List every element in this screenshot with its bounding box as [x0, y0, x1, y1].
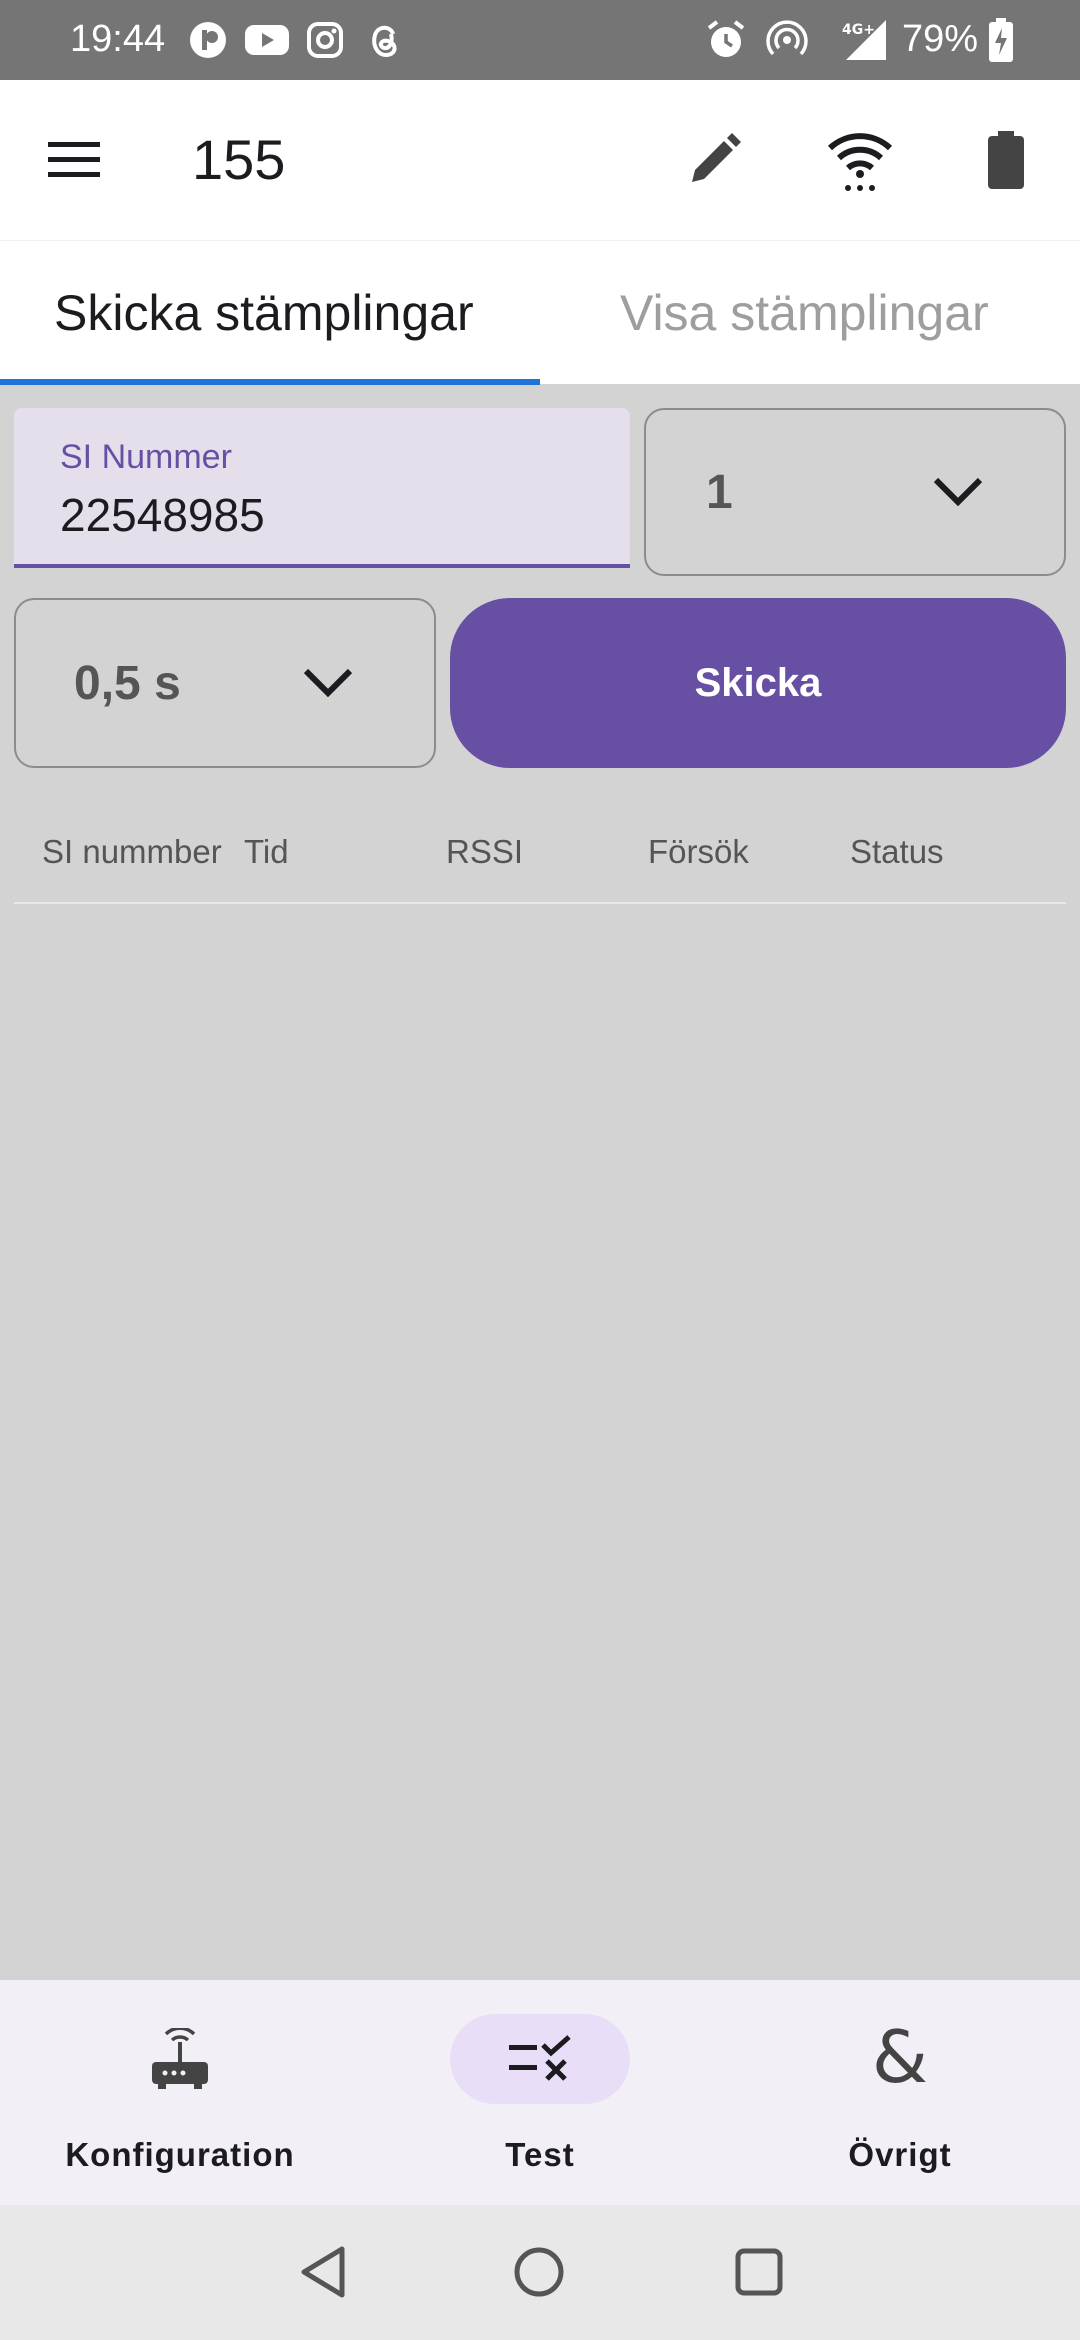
tab-skicka-stamplingar[interactable]: Skicka stämplingar: [0, 241, 540, 385]
column-rssi: RSSI: [446, 833, 524, 870]
app-bar: 155: [0, 80, 1080, 240]
nav-label-test: Test: [505, 2136, 575, 2173]
count-dropdown[interactable]: 1: [644, 408, 1066, 576]
column-tid: Tid: [244, 833, 289, 870]
battery-icon: [988, 131, 1024, 189]
nav-label-ovrigt: Övrigt: [848, 2136, 952, 2173]
battery-charging-icon: [988, 18, 1014, 62]
battery-button[interactable]: [962, 120, 1050, 200]
wifi-button[interactable]: [816, 120, 904, 200]
nav-pill: &: [810, 2014, 990, 2104]
si-number-value[interactable]: 22548985: [60, 488, 265, 542]
status-bar: 19:44 4G+ 79%: [0, 0, 1080, 80]
edit-pencil-icon: [692, 133, 741, 182]
menu-icon: [48, 142, 100, 177]
threads-icon: [366, 18, 404, 62]
home-button[interactable]: [494, 2227, 584, 2317]
tab-bar: Skicka stämplingar Visa stämplingar: [0, 240, 1080, 385]
battery-percent: 79%: [902, 18, 979, 60]
nav-item-konfiguration[interactable]: Konfiguration: [0, 1980, 360, 2205]
edit-button[interactable]: [670, 120, 758, 200]
wifi-icon: [827, 133, 893, 191]
recents-icon: [735, 2248, 783, 2296]
table-header: SI nummber Tid RSSI Försök Status: [14, 800, 1066, 904]
alarm-icon: [704, 18, 748, 62]
column-forsok: Försök: [648, 833, 749, 870]
app-notification-icon: [188, 18, 228, 62]
status-time: 19:44: [70, 18, 166, 60]
chevron-down-icon: [932, 410, 984, 574]
back-button[interactable]: [278, 2227, 368, 2317]
svg-text:4G+: 4G+: [842, 22, 875, 38]
si-number-field[interactable]: SI Nummer 22548985: [14, 408, 630, 568]
tab-visa-stamplingar[interactable]: Visa stämplingar: [540, 241, 1080, 385]
recents-button[interactable]: [714, 2227, 804, 2317]
send-button[interactable]: Skicka: [450, 598, 1066, 768]
page-title: 155: [192, 128, 286, 191]
interval-dropdown[interactable]: 0,5 s: [14, 598, 436, 768]
nav-pill: [90, 2014, 270, 2104]
instagram-icon: [306, 18, 344, 62]
nav-label-konfiguration: Konfiguration: [65, 2136, 295, 2173]
router-icon: [152, 2028, 208, 2089]
column-status: Status: [850, 833, 944, 870]
system-navigation-bar: [0, 2205, 1080, 2340]
back-icon: [301, 2246, 345, 2298]
interval-dropdown-value: 0,5 s: [74, 656, 181, 710]
hotspot-icon: [766, 18, 808, 62]
svg-text:&: &: [872, 2024, 928, 2094]
signal-icon: 4G+: [824, 18, 888, 62]
nav-pill-active: [450, 2014, 630, 2104]
nav-item-ovrigt[interactable]: & Övrigt: [720, 1980, 1080, 2205]
home-icon: [514, 2247, 564, 2297]
count-dropdown-value: 1: [706, 465, 733, 519]
menu-button[interactable]: [30, 120, 118, 200]
ampersand-icon: &: [872, 2024, 928, 2094]
youtube-icon: [244, 18, 290, 62]
tab-indicator: [0, 379, 540, 385]
si-number-label: SI Nummer: [60, 438, 232, 476]
nav-item-test[interactable]: Test: [360, 1980, 720, 2205]
chevron-down-icon: [302, 600, 354, 766]
column-si-number: SI nummber: [42, 833, 222, 870]
bottom-navigation: Konfiguration Test & Övrigt: [0, 1980, 1080, 2205]
checklist-icon: [509, 2035, 571, 2081]
